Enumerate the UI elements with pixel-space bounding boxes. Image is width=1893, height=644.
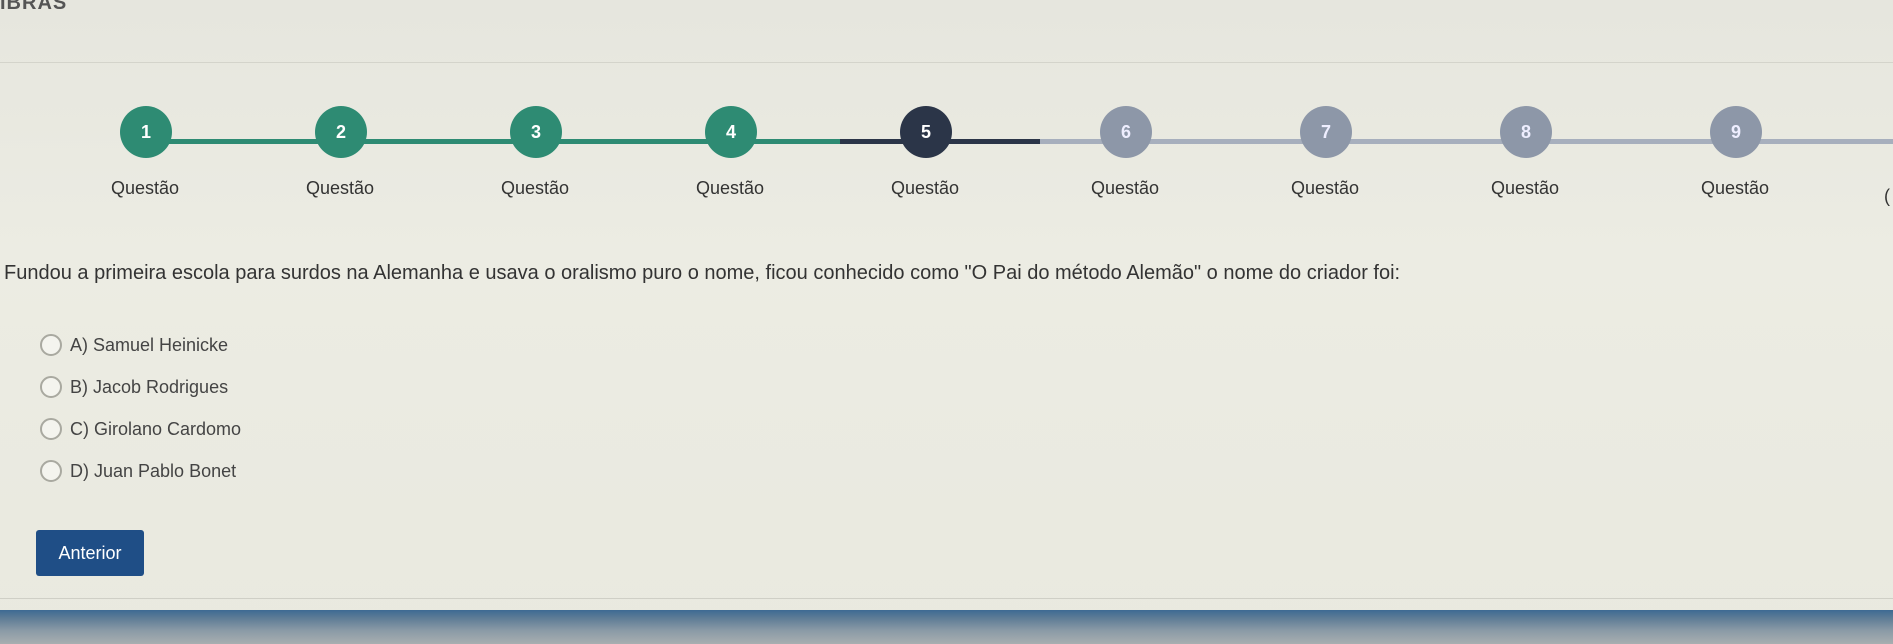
footer-divider (0, 598, 1893, 599)
step-number: 6 (1100, 106, 1152, 158)
previous-button[interactable]: Anterior (36, 530, 144, 576)
step-label: Questão (1490, 178, 1560, 198)
step-label: Questão (500, 178, 570, 198)
stepper-connector (940, 139, 1040, 144)
step-label: Questão (110, 178, 180, 198)
step-number: 1 (120, 106, 172, 158)
question-text: Fundou a primeira escola para surdos na … (4, 262, 1401, 284)
option-label: A) Samuel Heinicke (70, 334, 229, 355)
stepper-overflow-glyph: ( (1884, 186, 1890, 206)
step-number: 5 (900, 106, 952, 158)
radio-button[interactable] (40, 334, 62, 356)
step-number: 8 (1500, 106, 1552, 158)
header-divider (0, 62, 1893, 63)
page-title: IBRAS (0, 0, 68, 14)
quiz-page: IBRAS 1 Questão 2 Questão 3 Questão 4 Qu… (0, 0, 1893, 644)
radio-button[interactable] (40, 460, 62, 482)
option-d[interactable]: D) Juan Pablo Bonet (40, 456, 236, 486)
step-label: Questão (1290, 178, 1360, 198)
step-number: 7 (1300, 106, 1352, 158)
step-number: 2 (315, 106, 367, 158)
question-stepper: 1 Questão 2 Questão 3 Questão 4 Questão … (0, 100, 1893, 220)
option-label: C) Girolano Cardomo (70, 418, 242, 439)
step-label: Questão (305, 178, 375, 198)
step-number: 3 (510, 106, 562, 158)
step-label: Questão (1700, 178, 1770, 198)
radio-button[interactable] (40, 376, 62, 398)
option-label: D) Juan Pablo Bonet (70, 460, 237, 481)
stepper-connector (1040, 139, 1893, 144)
radio-button[interactable] (40, 418, 62, 440)
step-label: Questão (695, 178, 765, 198)
option-a[interactable]: A) Samuel Heinicke (40, 330, 228, 360)
step-number: 9 (1710, 106, 1762, 158)
bottom-edge-bar (0, 610, 1893, 644)
option-b[interactable]: B) Jacob Rodrigues (40, 372, 228, 402)
step-number: 4 (705, 106, 757, 158)
step-label: Questão (1090, 178, 1160, 198)
option-label: B) Jacob Rodrigues (70, 376, 229, 397)
option-c[interactable]: C) Girolano Cardomo (40, 414, 241, 444)
step-label: Questão (890, 178, 960, 198)
stepper-connector (340, 139, 540, 144)
